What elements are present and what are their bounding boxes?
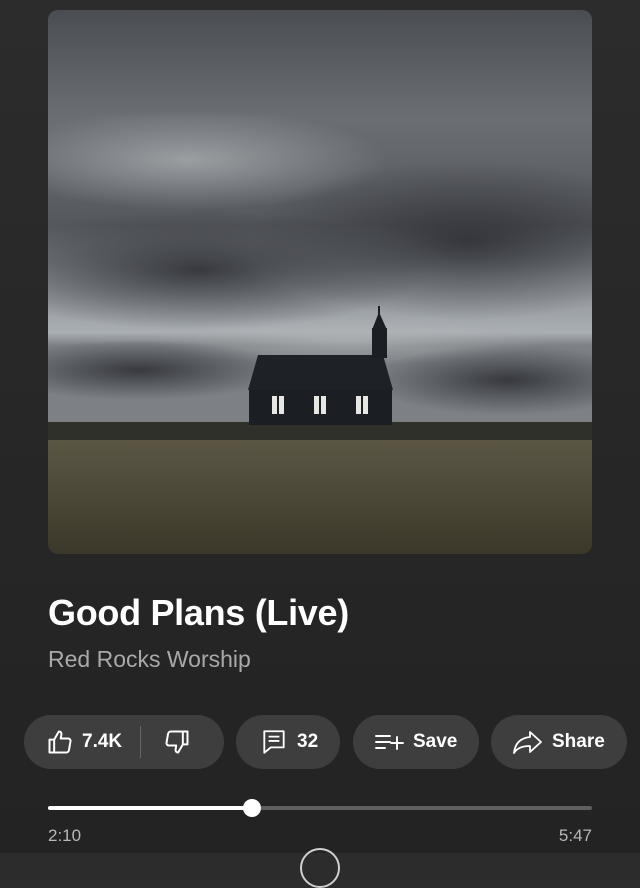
like-divider [140, 726, 142, 758]
save-button[interactable]: Save [353, 715, 479, 769]
add-to-playlist-icon [373, 730, 405, 754]
comment-icon [261, 728, 287, 756]
elapsed-time: 2:10 [48, 826, 82, 845]
total-duration: 5:47 [558, 826, 592, 845]
comment-count: 32 [297, 731, 319, 752]
like-button[interactable]: 7.4K [46, 728, 122, 756]
album-artwork[interactable] [48, 10, 592, 554]
play-pause-button[interactable] [300, 848, 340, 888]
save-label: Save [413, 731, 458, 752]
album-art-image [48, 10, 592, 554]
action-bar: 7.4K 32 Save Share [24, 715, 640, 769]
share-button[interactable]: Share [491, 715, 627, 769]
dislike-button[interactable] [163, 728, 191, 756]
thumbs-up-icon [46, 728, 74, 756]
comments-button[interactable]: 32 [236, 715, 340, 769]
thumbs-down-icon [163, 728, 191, 756]
progress-bar[interactable] [48, 799, 592, 817]
artist-name[interactable]: Red Rocks Worship [48, 646, 251, 673]
progress-fill [48, 806, 252, 810]
track-title: Good Plans (Live) [48, 592, 349, 633]
like-dislike-group: 7.4K [24, 715, 224, 769]
progress-scrubber-handle[interactable] [243, 799, 261, 817]
share-label: Share [552, 731, 605, 752]
share-arrow-icon [512, 728, 544, 756]
like-count: 7.4K [82, 731, 123, 752]
